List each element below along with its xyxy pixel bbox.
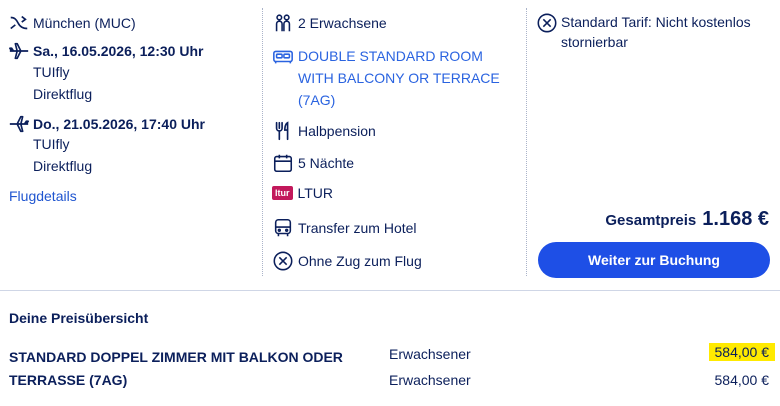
plane-departure-icon bbox=[8, 40, 30, 62]
nights-count: 5 Nächte bbox=[298, 155, 355, 171]
outbound-row: Sa., 16.05.2026, 12:30 Uhr bbox=[8, 40, 203, 62]
cutlery-icon bbox=[272, 120, 294, 142]
price-row-2-type: Erwachsener bbox=[389, 372, 471, 388]
tariff-line-1: Standard Tarif: Nicht kostenlos bbox=[561, 14, 751, 30]
bed-icon bbox=[272, 45, 294, 67]
operator-name: LTUR bbox=[297, 185, 334, 201]
flight-route-icon bbox=[8, 12, 30, 34]
travellers-icon bbox=[272, 12, 294, 34]
column-divider bbox=[262, 8, 263, 276]
bus-icon bbox=[272, 217, 294, 239]
section-divider bbox=[0, 290, 780, 291]
room-name-line-1: DOUBLE STANDARD ROOM bbox=[298, 48, 483, 64]
room-name-line-2: WITH BALCONY OR TERRACE bbox=[298, 70, 500, 86]
train-row: Ohne Zug zum Flug bbox=[272, 250, 422, 272]
room-name-link[interactable]: DOUBLE STANDARD ROOM WITH BALCONY OR TER… bbox=[298, 45, 500, 111]
price-row-1-price-value: 584,00 € bbox=[708, 343, 775, 361]
tariff-line-2: stornierbar bbox=[561, 34, 628, 50]
price-row-2-price: 584,00 € bbox=[714, 372, 770, 388]
price-row-1-price: 584,00 € bbox=[708, 343, 775, 361]
flight-details-link[interactable]: Flugdetails bbox=[9, 188, 77, 204]
calendar-icon bbox=[272, 152, 294, 174]
return-row: Do., 21.05.2026, 17:40 Uhr bbox=[8, 113, 205, 135]
board-row: Halbpension bbox=[272, 120, 376, 142]
price-overview-room-line-2: TERRASSE (7AG) bbox=[9, 372, 128, 388]
return-date: Do., 21.05.2026, 17:40 Uhr bbox=[33, 116, 205, 132]
price-overview-room: STANDARD DOPPEL ZIMMER MIT BALKON ODER T… bbox=[9, 346, 343, 392]
room-name-line-3: (7AG) bbox=[298, 92, 336, 108]
continue-to-booking-button[interactable]: Weiter zur Buchung bbox=[538, 242, 770, 278]
origin-row: München (MUC) bbox=[8, 12, 136, 34]
nights-row: 5 Nächte bbox=[272, 152, 354, 174]
column-divider bbox=[526, 8, 527, 276]
price-overview-room-line-1: STANDARD DOPPEL ZIMMER MIT BALKON ODER bbox=[9, 349, 343, 365]
outbound-airline: TUIfly bbox=[33, 64, 70, 80]
return-airline: TUIfly bbox=[33, 136, 70, 152]
total-price-value: 1.168 € bbox=[702, 208, 769, 230]
x-circle-icon bbox=[272, 250, 294, 272]
room-row: DOUBLE STANDARD ROOM WITH BALCONY OR TER… bbox=[272, 45, 500, 111]
travellers-count: 2 Erwachsene bbox=[298, 15, 387, 31]
outbound-date: Sa., 16.05.2026, 12:30 Uhr bbox=[33, 43, 204, 59]
price-overview-title: Deine Preisübersicht bbox=[9, 310, 149, 326]
tariff-row: Standard Tarif: Nicht kostenlos stornier… bbox=[536, 12, 751, 52]
board-type: Halbpension bbox=[298, 123, 376, 139]
price-row-1-type: Erwachsener bbox=[389, 346, 471, 362]
travellers-row: 2 Erwachsene bbox=[272, 12, 387, 34]
x-circle-icon bbox=[536, 12, 558, 34]
ltur-logo: ltur bbox=[272, 186, 293, 200]
operator-row: ltur LTUR bbox=[272, 185, 333, 201]
return-flight-type: Direktflug bbox=[33, 158, 93, 174]
plane-return-icon bbox=[8, 113, 30, 135]
outbound-flight-type: Direktflug bbox=[33, 86, 93, 102]
train-info: Ohne Zug zum Flug bbox=[298, 253, 422, 269]
transfer-row: Transfer zum Hotel bbox=[272, 217, 417, 239]
transfer-info: Transfer zum Hotel bbox=[298, 220, 417, 236]
total-price-label: Gesamtpreis bbox=[605, 212, 697, 229]
origin-airport: München (MUC) bbox=[33, 15, 136, 31]
total-price: Gesamtpreis 1.168 € bbox=[605, 208, 769, 231]
